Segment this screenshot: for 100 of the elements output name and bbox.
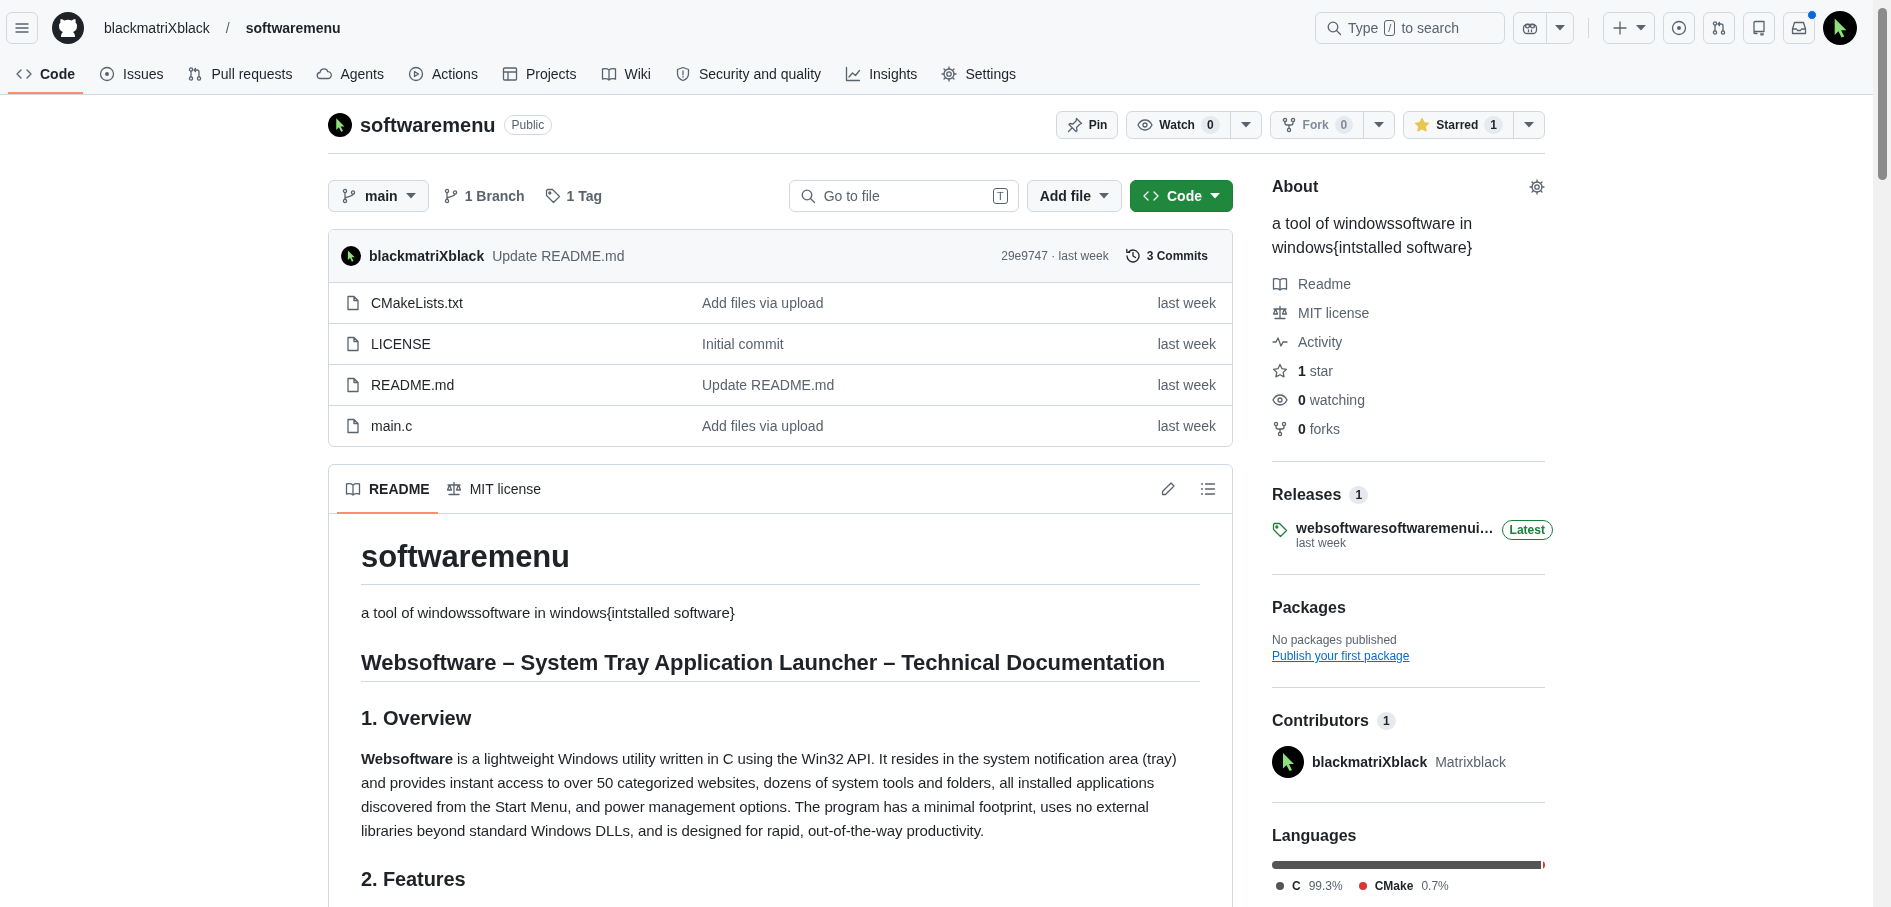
scrollbar-thumb[interactable] bbox=[1877, 8, 1887, 180]
path-separator: / bbox=[224, 20, 231, 36]
count-badge: 0 bbox=[1334, 116, 1354, 134]
file-name[interactable]: main.c bbox=[371, 418, 413, 434]
outline-icon bbox=[1200, 481, 1216, 497]
search-icon bbox=[1326, 20, 1342, 36]
tag-icon bbox=[1272, 522, 1288, 538]
count-badge: 1 bbox=[1376, 712, 1396, 730]
readme-paragraph: Websoftware is a lightweight Windows utility written in C using the Win32 API. It resides in the system notification area (tray) and provides instant access to over 50 categorized websites, dozens of system tools and folders, all installed applications discovered from the Start Menu, and power management options. The program has a minimal footprint, uses no external libraries beyond standard Windows DLLs, and is designed for rapid, out-of-the-way productivity. bbox=[361, 749, 1178, 842]
repo-link[interactable]: softwaremenu bbox=[239, 16, 347, 40]
commit-message[interactable]: Update README.md bbox=[702, 377, 1158, 393]
branch-icon bbox=[341, 188, 357, 204]
repo-action-button[interactable]: Pin bbox=[1055, 111, 1119, 139]
file-icon bbox=[345, 336, 361, 352]
add-file-button[interactable]: Add file bbox=[1026, 180, 1122, 212]
caret-icon bbox=[1524, 122, 1534, 128]
nav-tab[interactable]: Actions bbox=[400, 56, 486, 94]
repo-action-button[interactable]: Watch 0 bbox=[1126, 111, 1262, 139]
file-icon bbox=[345, 377, 361, 393]
about-link[interactable]: 1 star bbox=[1298, 363, 1334, 379]
commit-author[interactable]: blackmatriXblack bbox=[369, 248, 485, 264]
about-link[interactable]: Readme bbox=[1298, 276, 1351, 292]
commit-message[interactable]: Update README.md bbox=[492, 248, 625, 264]
graph-icon bbox=[845, 66, 862, 82]
commit-message[interactable]: Add files via upload bbox=[702, 418, 1158, 434]
language-name[interactable]: CMake bbox=[1374, 879, 1414, 893]
branch-button[interactable]: main bbox=[328, 180, 429, 212]
nav-tab[interactable]: Agents bbox=[308, 56, 392, 94]
owner-avatar bbox=[328, 113, 352, 137]
release-link[interactable]: websoftwaresoftwaremenui… bbox=[1296, 520, 1494, 536]
section-heading: 2. Features bbox=[361, 867, 467, 893]
nav-tab[interactable]: Insights bbox=[837, 56, 926, 94]
repo-title[interactable]: softwaremenu bbox=[360, 113, 496, 137]
readme-tab[interactable]: README bbox=[337, 465, 438, 514]
create-button[interactable] bbox=[1603, 12, 1655, 44]
contributor-name: Matrixblack bbox=[1435, 754, 1506, 770]
code-button[interactable]: Code bbox=[1130, 180, 1233, 212]
copilot-button[interactable] bbox=[1513, 12, 1574, 44]
language-percent: 0.7% bbox=[1421, 879, 1449, 893]
file-name[interactable]: CMakeLists.txt bbox=[371, 295, 463, 311]
section-title: Packages bbox=[1272, 599, 1346, 617]
section-title: Contributors bbox=[1272, 712, 1369, 730]
settings-icon bbox=[941, 66, 958, 82]
commits-link[interactable]: 3 Commits bbox=[1116, 244, 1216, 268]
nav-tab[interactable]: Code bbox=[8, 56, 83, 94]
table-icon bbox=[501, 66, 518, 82]
caret-icon bbox=[1636, 25, 1646, 31]
repo-action-button[interactable]: Starred 1 bbox=[1403, 111, 1545, 139]
star-icon bbox=[1272, 363, 1288, 379]
user-avatar bbox=[1823, 11, 1857, 45]
file-name[interactable]: LICENSE bbox=[371, 336, 431, 352]
menu-button[interactable] bbox=[6, 12, 38, 44]
pull-requests-button[interactable] bbox=[1703, 12, 1735, 44]
logo-icon[interactable] bbox=[52, 12, 84, 44]
caret-icon bbox=[1555, 25, 1565, 31]
edit-icon bbox=[1160, 481, 1176, 497]
inbox-button[interactable] bbox=[1783, 12, 1815, 44]
author-avatar bbox=[341, 246, 361, 266]
eye-icon bbox=[1272, 392, 1288, 408]
search-field[interactable]: Type / to search bbox=[1315, 12, 1505, 44]
readme-tab[interactable]: MIT license bbox=[437, 465, 549, 514]
tags-link[interactable]: 1 Tag bbox=[538, 188, 609, 204]
repo-icon bbox=[1751, 20, 1767, 36]
branches-link[interactable]: 1 Branch bbox=[436, 188, 531, 204]
caret-icon bbox=[405, 193, 416, 199]
issues-button[interactable] bbox=[1663, 12, 1695, 44]
pull-request-icon bbox=[1711, 20, 1727, 36]
repositories-button[interactable] bbox=[1743, 12, 1775, 44]
go-to-file-field[interactable]: Go to file T bbox=[788, 180, 1019, 212]
book-icon bbox=[345, 480, 361, 497]
publish-link[interactable]: Publish your first package bbox=[1272, 649, 1410, 663]
menu-icon bbox=[14, 20, 30, 36]
nav-tab[interactable]: Security and quality bbox=[666, 56, 830, 94]
section-heading: 1. Overview bbox=[361, 706, 473, 732]
caret-icon bbox=[1240, 122, 1251, 128]
about-link[interactable]: Activity bbox=[1298, 334, 1343, 350]
nav-tab[interactable]: Projects bbox=[493, 56, 585, 94]
about-link[interactable]: 0 forks bbox=[1298, 421, 1341, 437]
count-badge: 0 bbox=[1200, 116, 1220, 134]
language-percent: 99.3% bbox=[1308, 879, 1343, 893]
about-link[interactable]: 0 watching bbox=[1298, 392, 1365, 408]
file-name[interactable]: README.md bbox=[371, 377, 455, 393]
nav-tab[interactable]: Wiki bbox=[592, 56, 659, 94]
commit-message[interactable]: Add files via upload bbox=[702, 295, 1158, 311]
nav-tab[interactable]: Settings bbox=[933, 56, 1024, 94]
nav-tab[interactable]: Issues bbox=[91, 56, 172, 94]
empty-note: No packages published bbox=[1272, 633, 1398, 647]
commit-message[interactable]: Initial commit bbox=[702, 336, 1158, 352]
history-icon bbox=[1124, 248, 1141, 264]
commit-hash-time[interactable]: 29e9747 · last week bbox=[1001, 249, 1109, 263]
nav-tab[interactable]: Pull requests bbox=[179, 56, 301, 94]
commit-time: last week bbox=[1157, 377, 1216, 393]
file-icon bbox=[345, 418, 361, 434]
about-link[interactable]: MIT license bbox=[1298, 305, 1370, 321]
count-badge: 1 bbox=[1484, 116, 1503, 134]
section-title: About bbox=[1272, 178, 1319, 196]
owner-link[interactable]: blackmatriXblack bbox=[98, 16, 216, 40]
contributor-login[interactable]: blackmatriXblack bbox=[1312, 754, 1428, 770]
file-icon bbox=[345, 295, 361, 311]
language-name[interactable]: C bbox=[1292, 879, 1301, 893]
